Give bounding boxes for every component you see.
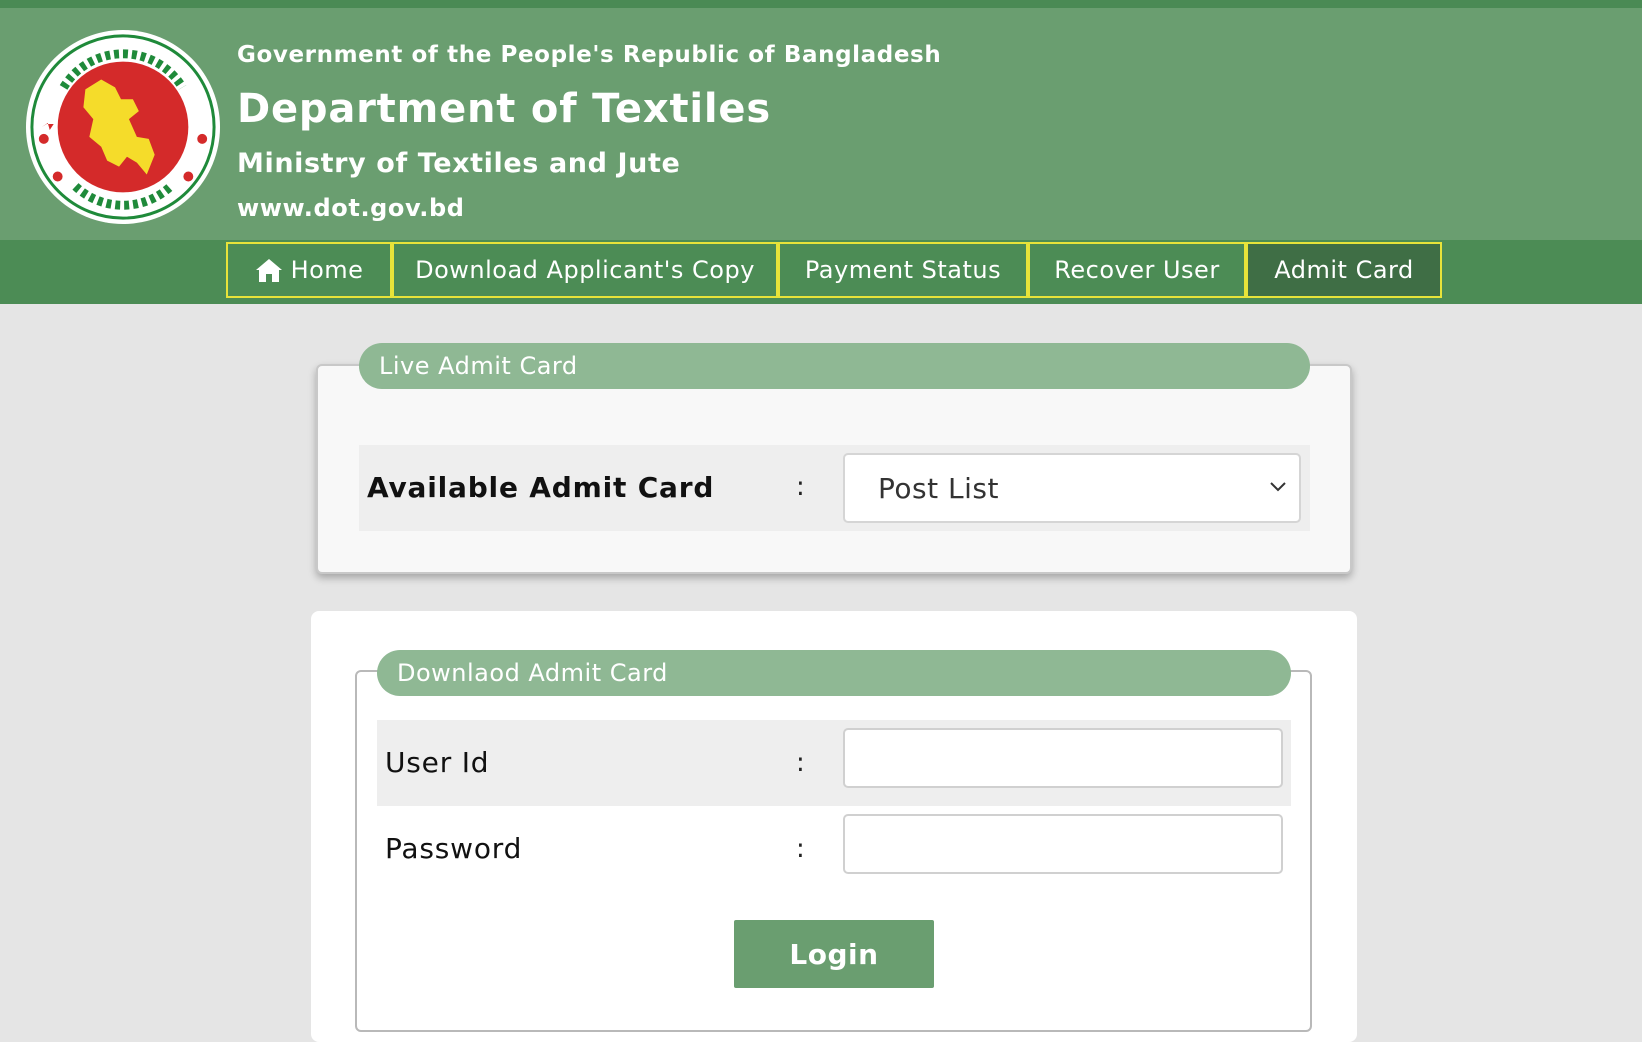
- user-id-colon: :: [796, 748, 805, 778]
- government-seal-logo: [25, 29, 221, 225]
- password-colon: :: [796, 834, 805, 864]
- nav-recover-label: Recover User: [1054, 256, 1220, 284]
- ministry-line: Ministry of Textiles and Jute: [237, 148, 681, 179]
- nav-download-applicants-copy[interactable]: Download Applicant's Copy: [392, 242, 778, 298]
- password-label: Password: [385, 832, 523, 865]
- chevron-down-icon: [1270, 482, 1286, 492]
- download-admit-card-legend: Downlaod Admit Card: [377, 650, 1291, 696]
- nav-home[interactable]: Home: [226, 242, 392, 298]
- available-admit-card-colon: :: [796, 472, 805, 502]
- government-line: Government of the People's Republic of B…: [237, 42, 942, 68]
- available-admit-card-label: Available Admit Card: [367, 471, 715, 504]
- download-admit-card-legend-text: Downlaod Admit Card: [397, 659, 668, 687]
- password-input[interactable]: [843, 814, 1283, 874]
- admit-card-select[interactable]: Post List: [843, 453, 1301, 523]
- admit-card-select-value: Post List: [878, 472, 999, 505]
- nav-home-label: Home: [290, 256, 364, 284]
- login-button[interactable]: Login: [734, 920, 934, 988]
- live-admit-card-legend-text: Live Admit Card: [379, 352, 578, 380]
- nav-download-label: Download Applicant's Copy: [415, 256, 755, 284]
- nav-recover-user[interactable]: Recover User: [1028, 242, 1246, 298]
- main-navbar: Home Download Applicant's Copy Payment S…: [0, 240, 1642, 304]
- website-url: www.dot.gov.bd: [237, 194, 465, 222]
- nav-payment-status[interactable]: Payment Status: [778, 242, 1028, 298]
- nav-admit-label: Admit Card: [1274, 256, 1414, 284]
- nav-admit-card[interactable]: Admit Card: [1246, 242, 1442, 298]
- top-strip: [0, 0, 1642, 8]
- live-admit-card-legend: Live Admit Card: [359, 343, 1310, 389]
- department-title: Department of Textiles: [237, 86, 771, 132]
- site-header: Government of the People's Republic of B…: [0, 8, 1642, 240]
- user-id-input[interactable]: [843, 728, 1283, 788]
- home-icon: [255, 259, 282, 282]
- nav-payment-label: Payment Status: [804, 256, 1002, 284]
- user-id-label: User Id: [385, 746, 490, 779]
